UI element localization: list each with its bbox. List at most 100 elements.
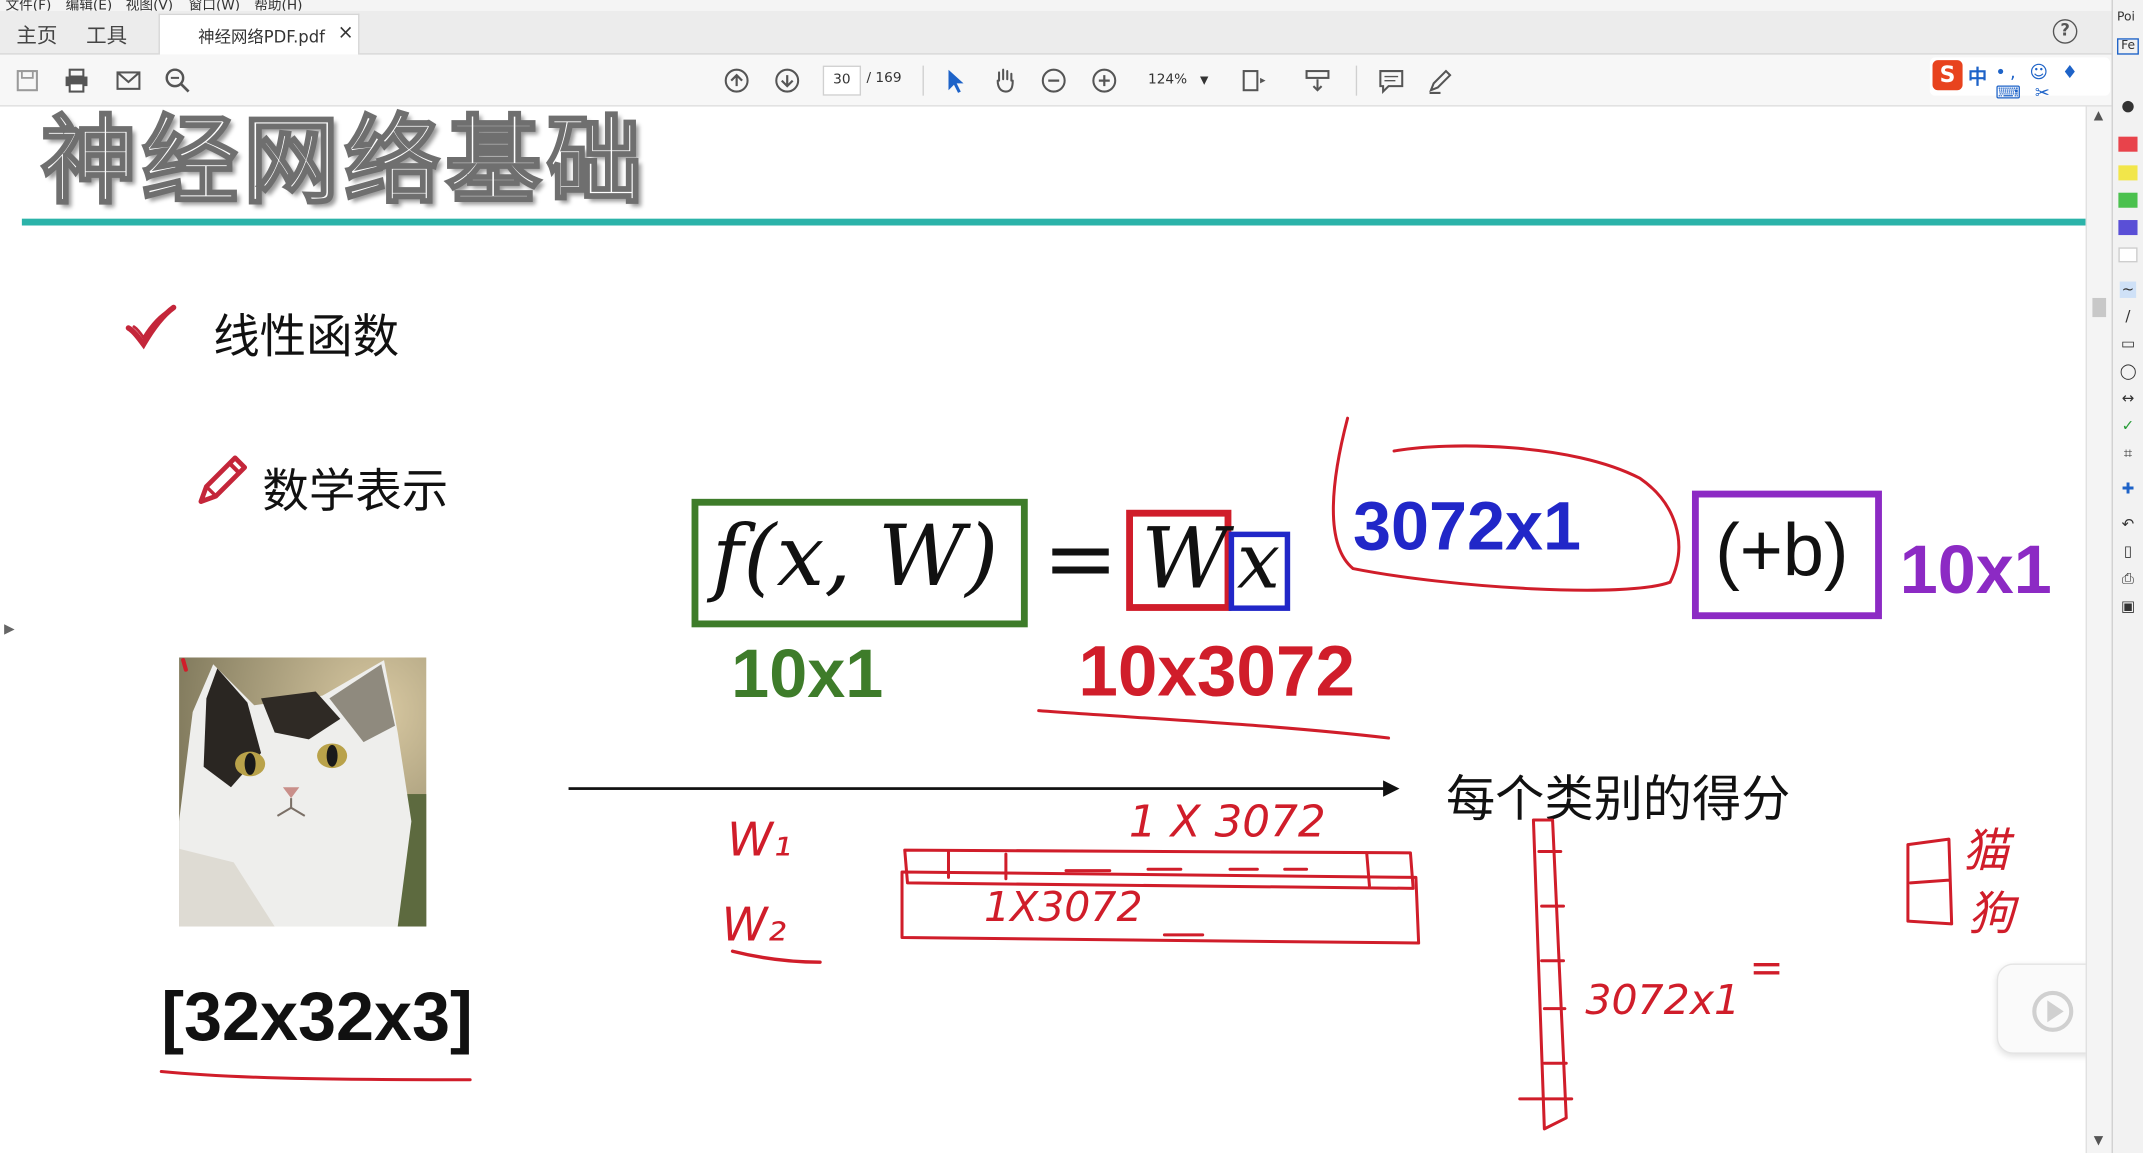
color-swatch-red[interactable]	[2118, 136, 2138, 152]
page-total: / 169	[866, 71, 902, 87]
page-up-icon[interactable]	[723, 67, 750, 94]
input-vector-box: x	[1228, 518, 1291, 611]
help-icon[interactable]: ?	[2052, 19, 2078, 44]
ink-w2-underline	[730, 949, 822, 964]
color-swatch-green[interactable]	[2118, 192, 2138, 208]
freehand-tool-icon[interactable]: ~	[2119, 281, 2137, 298]
ime-language[interactable]: 中	[1968, 63, 1987, 90]
hand-icon[interactable]	[991, 67, 1018, 94]
title-divider	[21, 218, 2086, 226]
panel-expand-icon[interactable]: ▶	[4, 622, 15, 637]
color-swatch-purple[interactable]	[2118, 220, 2138, 236]
page-down-icon[interactable]	[774, 67, 801, 94]
chevron-down-icon: ▼	[1199, 73, 1209, 87]
tab-bar: 主页 工具 神经网络PDF.pdf × ?	[0, 10, 2112, 55]
rectangle-tool-icon[interactable]: ▭	[2120, 336, 2136, 352]
ink-row-ticks	[946, 849, 1371, 888]
tab-tools[interactable]: 工具	[86, 21, 127, 50]
strip-field[interactable]: Fe	[2117, 38, 2140, 55]
save-icon[interactable]	[14, 67, 41, 94]
ink-row2-dims: 1X3072	[984, 883, 1143, 931]
bias-dimension: 10x1	[1899, 531, 2052, 609]
zoom-out-icon[interactable]	[1040, 67, 1067, 94]
weight-dimension: 10x3072	[1078, 632, 1356, 713]
dot-tool-icon[interactable]: ●	[2120, 98, 2136, 114]
toolbar-divider	[1355, 65, 1358, 96]
ink-row1-dims: 1 X 3072	[1129, 796, 1326, 847]
comment-icon[interactable]	[1378, 67, 1405, 95]
check-tool-icon[interactable]: ✓	[2120, 418, 2136, 434]
ink-equals: =	[1749, 943, 1783, 991]
function-output-box: f(x, W)	[691, 498, 1028, 628]
pdf-page: 神经网络基础 线性函数 数学表示 [32x32x3] f(x, W) = W x…	[0, 106, 2086, 1153]
highlight-pen-icon[interactable]	[1427, 67, 1454, 94]
ink-row-1	[903, 848, 1415, 890]
zoom-level-select[interactable]: 124% ▼	[1134, 66, 1219, 96]
ink-underline-image-dims	[159, 1069, 472, 1082]
scroll-down-icon[interactable]: ▼	[2094, 1134, 2103, 1148]
undo-icon[interactable]: ↶	[2120, 516, 2136, 533]
output-dimension: 10x1	[731, 635, 884, 713]
weight-matrix-box: W	[1126, 508, 1232, 611]
ink-column-ticks	[1537, 849, 1568, 1065]
annotation-tool-strip: Poi Fe ● ~ / ▭ ◯ ↔ ✓ ⌗ ✚ ↶ ▯ ⎙ ▣	[2111, 0, 2143, 1153]
menu-file[interactable]: 文件(F)	[5, 0, 51, 11]
menu-view[interactable]: 视图(V)	[126, 0, 173, 11]
email-icon[interactable]	[115, 67, 142, 94]
fit-page-icon[interactable]	[1240, 67, 1267, 94]
vertical-scrollbar[interactable]: ▲ ▼	[2085, 106, 2112, 1153]
line-tool-icon[interactable]: /	[2120, 308, 2136, 325]
ime-extras[interactable]: •, ☺ ♦ ⌨ ✂	[1995, 63, 2110, 104]
slide-title: 神经网络基础	[40, 106, 648, 219]
print-icon[interactable]	[63, 67, 90, 94]
crop-tool-icon[interactable]: ⌗	[2120, 445, 2136, 462]
scroll-thumb[interactable]	[2092, 297, 2107, 318]
ink-w1-label: W₁	[727, 813, 792, 867]
screen: 文件(F) 编辑(E) 视图(V) 窗口(W) 帮助(H) 主页 工具 神经网络…	[0, 0, 2143, 1153]
formula-function: f(x, W)	[712, 505, 999, 606]
ime-toolbar[interactable]: S 中 •, ☺ ♦ ⌨ ✂	[1929, 57, 2111, 104]
bullet-linear-function: 线性函数	[213, 310, 400, 365]
move-tool-icon[interactable]: ✚	[2120, 480, 2136, 497]
page-number-input[interactable]: 30	[822, 65, 862, 96]
ink-class-box	[1906, 837, 1954, 926]
menu-window[interactable]: 窗口(W)	[189, 0, 241, 11]
ink-row-dashes	[1064, 867, 1309, 873]
check-bullet-icon	[123, 303, 178, 355]
print-small-icon[interactable]: ⎙	[2120, 571, 2136, 587]
ink-underline-weights	[1037, 709, 1391, 740]
scroll-up-icon[interactable]: ▲	[2094, 109, 2103, 123]
ink-column-vector	[1531, 818, 1568, 1131]
video-play-button[interactable]	[1996, 963, 2086, 1054]
strip-label: Poi	[2117, 10, 2135, 25]
bullet-math-representation: 数学表示	[262, 464, 449, 520]
image-dimensions: [32x32x3]	[161, 978, 473, 1056]
screen-icon[interactable]: ▣	[2120, 598, 2136, 615]
ink-class-dog: 狗	[1968, 886, 2020, 940]
menu-help[interactable]: 帮助(H)	[254, 0, 302, 11]
tab-home[interactable]: 主页	[16, 21, 57, 50]
tab-document[interactable]: 神经网络PDF.pdf ×	[158, 13, 360, 55]
input-symbol: x	[1236, 517, 1281, 607]
ink-class-cat: 猫	[1963, 823, 2016, 877]
toolbar-divider	[922, 65, 924, 96]
bias-term: (+b)	[1715, 509, 1849, 592]
zoom-in-icon[interactable]	[1091, 67, 1118, 94]
menu-bar: 文件(F) 编辑(E) 视图(V) 窗口(W) 帮助(H)	[0, 0, 2143, 11]
ink-row-2	[900, 870, 1421, 945]
ink-column-dims: 3072x1	[1585, 976, 1740, 1024]
ellipse-tool-icon[interactable]: ◯	[2120, 363, 2137, 380]
menu-edit[interactable]: 编辑(E)	[66, 0, 113, 11]
scroll-mode-icon[interactable]	[1304, 67, 1331, 94]
close-tab-icon[interactable]: ×	[338, 22, 354, 44]
select-arrow-icon[interactable]	[942, 67, 969, 94]
color-swatch-yellow[interactable]	[2118, 165, 2138, 181]
arrow-tool-icon[interactable]: ↔	[2120, 390, 2136, 407]
color-swatch-white[interactable]	[2118, 247, 2138, 263]
tab-document-label: 神经网络PDF.pdf	[198, 27, 325, 47]
weight-symbol: W	[1141, 508, 1229, 609]
bias-box: (+b)	[1691, 490, 1882, 620]
pencil-bullet-icon	[194, 451, 251, 514]
search-zoom-icon[interactable]	[164, 67, 191, 94]
new-page-icon[interactable]: ▯	[2120, 543, 2136, 560]
